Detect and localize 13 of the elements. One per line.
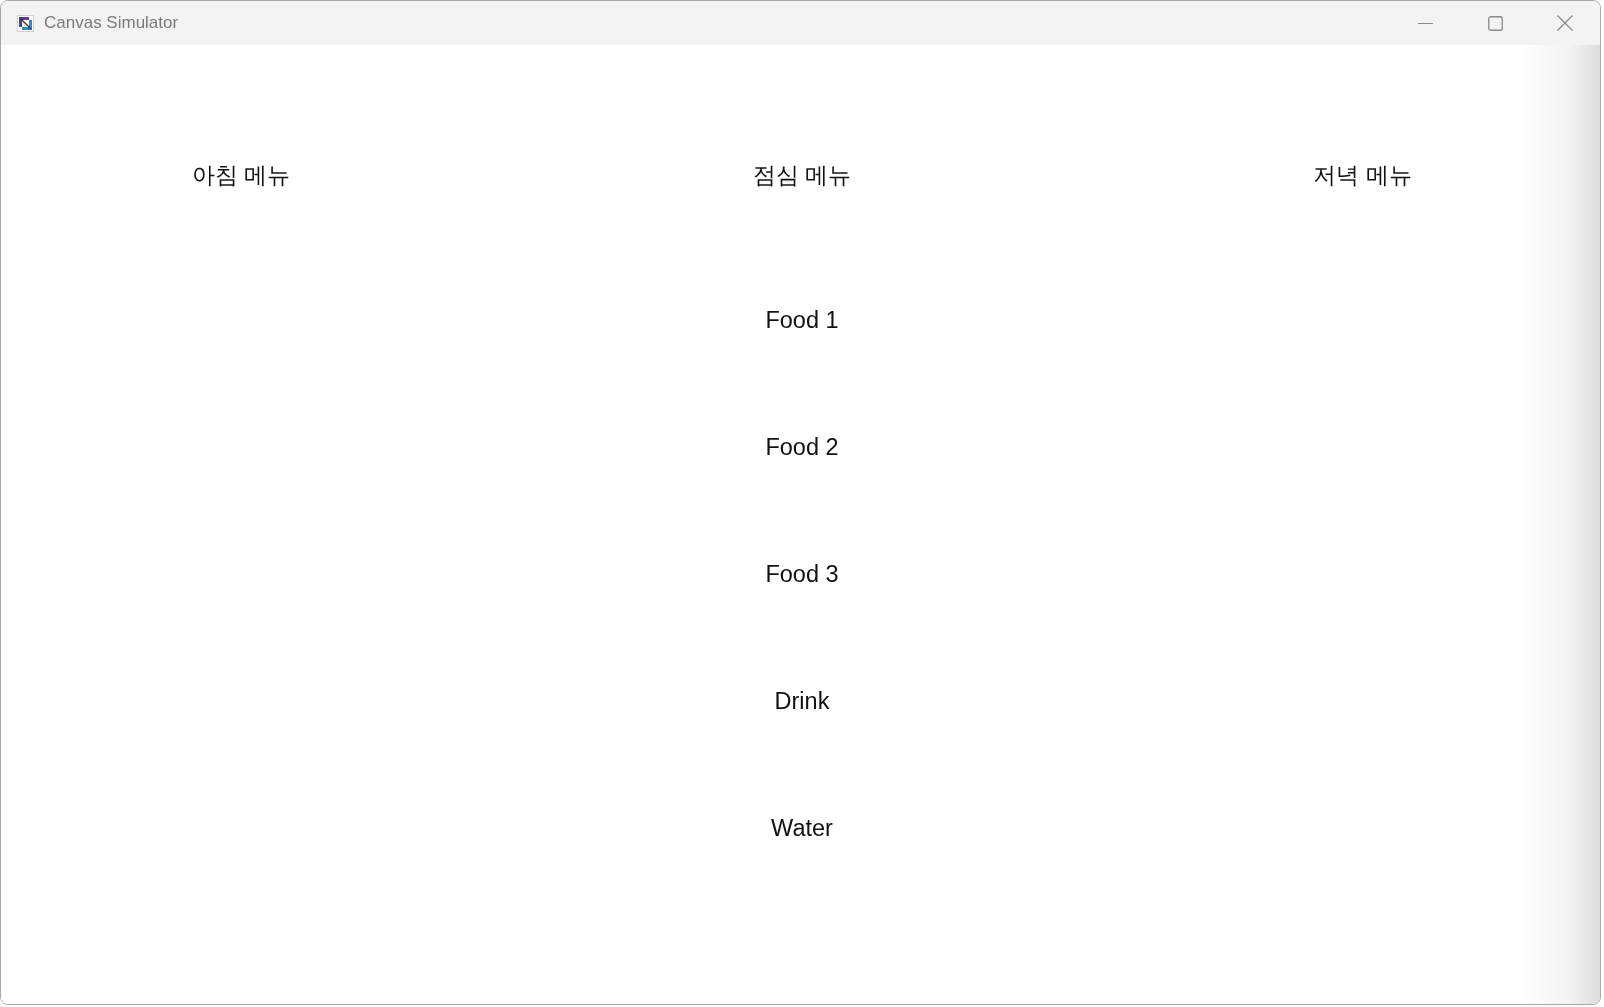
dish-label: Food 1 [765,306,839,335]
menu-heading: 저녁 메뉴 [1313,161,1412,190]
close-icon [1557,15,1573,31]
maximize-icon [1487,15,1503,31]
dish-label: Water [771,814,833,843]
menu-heading: 점심 메뉴 [752,161,852,190]
minimize-icon [1417,22,1433,24]
window-title: Canvas Simulator [44,13,179,33]
dish-label: Food 3 [765,560,839,589]
dish-label: Food 2 [765,433,839,462]
app-icon [17,14,34,32]
dish-label: Drink [774,687,830,716]
menu-heading: 아침 메뉴 [191,161,291,190]
